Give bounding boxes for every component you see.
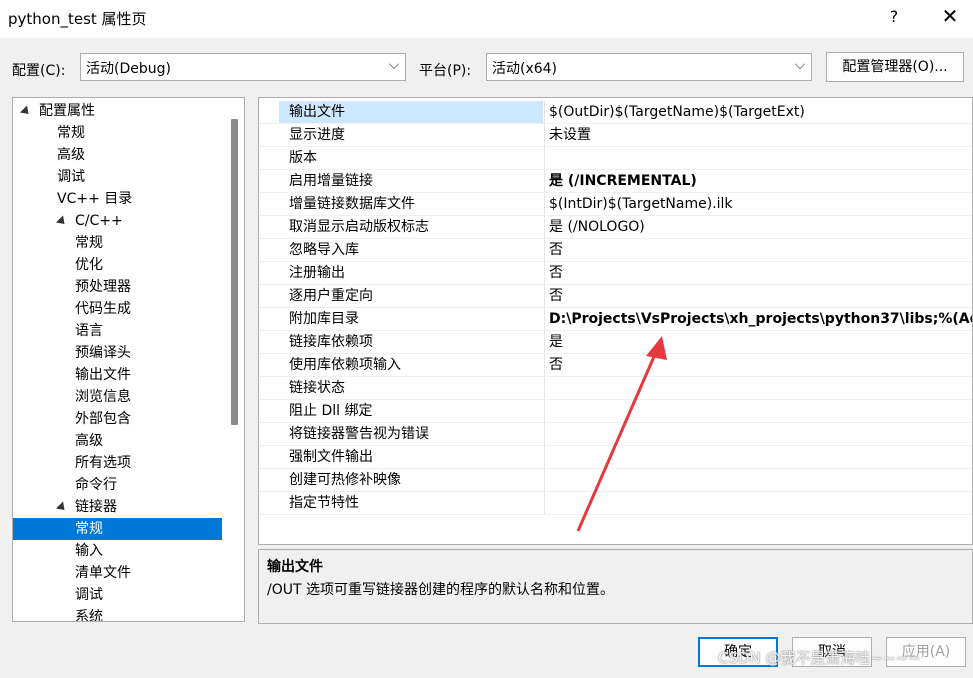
annotation-arrow-head (646, 336, 667, 360)
watermark: CSDN @我不是萧海哇~~~~ (718, 649, 921, 667)
annotation-arrow (576, 336, 667, 532)
annotation-arrow-line (576, 351, 658, 532)
